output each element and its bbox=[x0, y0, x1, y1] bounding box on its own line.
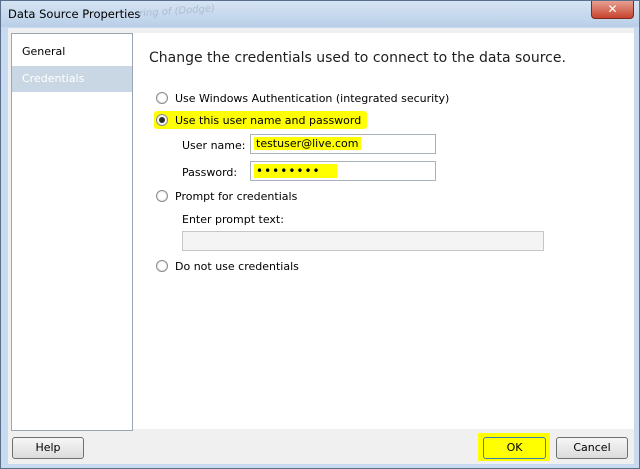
password-label: Password: bbox=[182, 166, 238, 179]
user-password-label: Use this user name and password bbox=[175, 113, 362, 127]
user-password-radio[interactable] bbox=[156, 114, 168, 126]
title-bar[interactable]: Data Source Properties ring of (Dodge) ✕ bbox=[1, 1, 639, 27]
prompt-text-field[interactable] bbox=[182, 231, 544, 251]
close-button[interactable]: ✕ bbox=[591, 1, 634, 19]
no-credentials-option[interactable]: Do not use credentials bbox=[156, 258, 299, 274]
windows-auth-option[interactable]: Use Windows Authentication (integrated s… bbox=[156, 90, 449, 106]
no-credentials-label: Do not use credentials bbox=[175, 259, 299, 273]
prompt-label: Prompt for credentials bbox=[175, 189, 298, 203]
help-button[interactable]: Help bbox=[12, 437, 84, 459]
credentials-panel: Change the credentials used to connect t… bbox=[133, 33, 634, 429]
page-navigation: General Credentials bbox=[11, 33, 133, 431]
window-title: Data Source Properties bbox=[8, 7, 141, 21]
prompt-option[interactable]: Prompt for credentials bbox=[156, 188, 297, 204]
prompt-radio[interactable] bbox=[156, 190, 168, 202]
password-value: •••••••• bbox=[254, 164, 337, 178]
windows-auth-label: Use Windows Authentication (integrated s… bbox=[175, 91, 450, 105]
nav-item-credentials[interactable]: Credentials bbox=[12, 66, 132, 92]
dialog-body: General Credentials Change the credentia… bbox=[8, 28, 634, 464]
close-icon: ✕ bbox=[607, 2, 618, 16]
prompt-text-label: Enter prompt text: bbox=[182, 213, 284, 226]
ok-button[interactable]: OK bbox=[483, 437, 546, 459]
page-heading: Change the credentials used to connect t… bbox=[149, 50, 566, 66]
dialog-window: Data Source Properties ring of (Dodge) ✕… bbox=[0, 0, 640, 469]
no-credentials-radio[interactable] bbox=[156, 260, 168, 272]
windows-auth-radio[interactable] bbox=[156, 92, 168, 104]
background-window-text: ring of (Dodge) bbox=[138, 3, 216, 20]
nav-item-general[interactable]: General bbox=[12, 39, 132, 65]
user-password-option[interactable]: Use this user name and password bbox=[154, 111, 368, 129]
username-value: testuser@live.com bbox=[254, 137, 361, 150]
username-field[interactable]: testuser@live.com bbox=[250, 134, 436, 154]
cancel-button[interactable]: Cancel bbox=[556, 437, 628, 459]
password-field[interactable]: •••••••• bbox=[250, 161, 436, 181]
username-label: User name: bbox=[182, 139, 246, 152]
